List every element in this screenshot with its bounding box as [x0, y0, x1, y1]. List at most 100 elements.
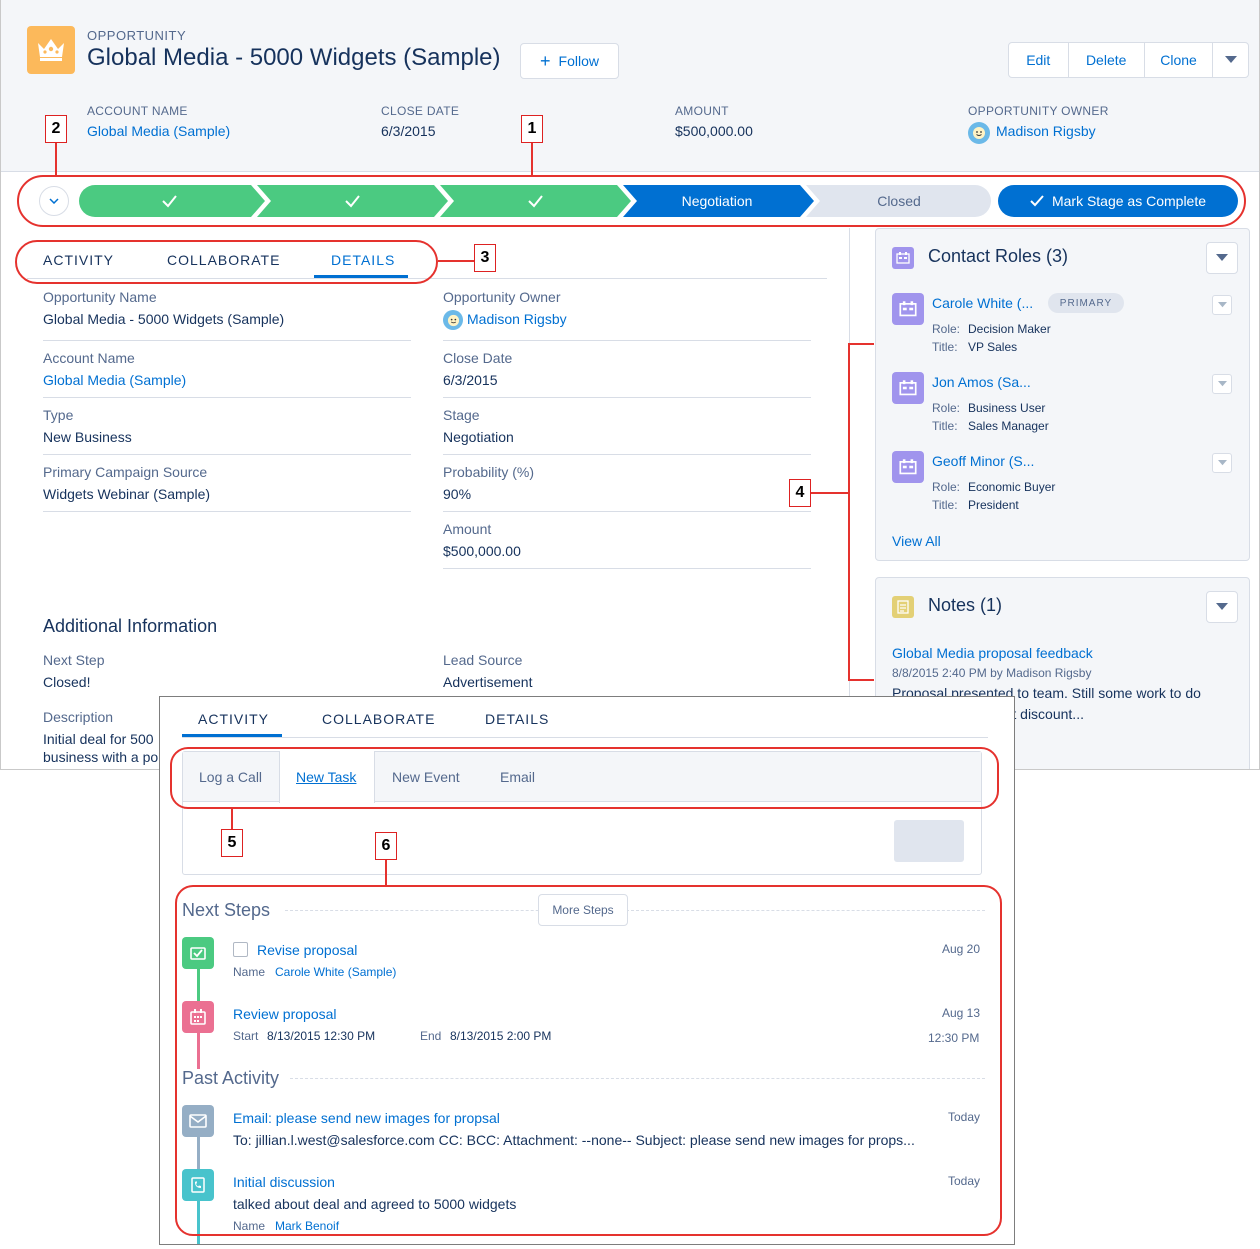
field-value-stage: Negotiation — [443, 429, 514, 445]
field-value-opportunity-name: Global Media - 5000 Widgets (Sample) — [43, 311, 285, 327]
annotation-leader-line — [811, 492, 849, 494]
contact-menu-button[interactable] — [1212, 374, 1232, 394]
chevron-down-icon — [1216, 254, 1228, 261]
annotation-box-publisher — [170, 747, 999, 809]
smiley-avatar-icon — [447, 314, 459, 326]
field-divider — [443, 397, 811, 398]
field-label-opportunity-name: Opportunity Name — [43, 289, 157, 305]
field-value-account-link[interactable]: Global Media (Sample) — [43, 372, 186, 388]
more-actions-button[interactable] — [1213, 43, 1248, 77]
chevron-down-icon — [1217, 460, 1227, 466]
field-label-opportunity-owner: Opportunity Owner — [443, 289, 561, 305]
title-value: Sales Manager — [968, 419, 1049, 433]
tab-activity[interactable]: ACTIVITY — [198, 711, 269, 727]
note-title-link[interactable]: Global Media proposal feedback — [892, 645, 1093, 661]
callout-1: 1 — [521, 115, 543, 143]
field-divider — [443, 454, 811, 455]
highlight-account-label: ACCOUNT NAME — [87, 104, 188, 118]
field-divider — [43, 454, 411, 455]
field-label-close-date: Close Date — [443, 350, 513, 366]
field-divider — [443, 568, 811, 569]
edit-button[interactable]: Edit — [1009, 43, 1069, 77]
annotation-leader-line — [55, 142, 57, 176]
contact-menu-button[interactable] — [1212, 295, 1232, 315]
tabs-divider — [182, 737, 988, 738]
callout-3: 3 — [474, 244, 496, 272]
contact-roles-icon — [892, 247, 914, 269]
annotation-bracket — [848, 679, 874, 681]
field-label-stage: Stage — [443, 407, 480, 423]
field-divider — [43, 397, 411, 398]
contact-menu-button[interactable] — [1212, 453, 1232, 473]
chevron-down-icon — [1216, 603, 1228, 610]
role-value: Business User — [968, 401, 1046, 415]
contact-name-link[interactable]: Geoff Minor (S... — [932, 453, 1034, 469]
field-divider — [443, 511, 811, 512]
delete-button[interactable]: Delete — [1069, 43, 1145, 77]
tab-details[interactable]: DETAILS — [485, 711, 549, 727]
tab-collaborate[interactable]: COLLABORATE — [322, 711, 435, 727]
highlight-close-date-value: 6/3/2015 — [381, 123, 436, 139]
role-value: Decision Maker — [968, 322, 1051, 336]
notes-menu-button[interactable] — [1206, 591, 1238, 623]
field-divider — [43, 340, 411, 341]
callout-6: 6 — [375, 832, 397, 860]
field-value-next-step: Closed! — [43, 674, 91, 690]
chevron-down-icon — [1224, 56, 1237, 63]
field-value-lead-source: Advertisement — [443, 674, 533, 690]
field-value-description-line1: Initial deal for 500 — [43, 731, 154, 747]
object-type-label: OPPORTUNITY — [87, 28, 187, 43]
field-value-probability: 90% — [443, 486, 472, 502]
chevron-down-icon — [1217, 381, 1227, 387]
contact-icon — [892, 293, 924, 325]
contact-name-link[interactable]: Carole White (... — [932, 295, 1033, 311]
field-label-amount: Amount — [443, 521, 492, 537]
field-label-type: Type — [43, 407, 74, 423]
highlight-owner-link[interactable]: Madison Rigsby — [996, 123, 1096, 139]
follow-button[interactable]: + Follow — [520, 43, 619, 79]
plus-icon: + — [540, 51, 551, 71]
contact-roles-card: Contact Roles (3) Carole White (... PRIM… — [875, 228, 1250, 561]
title-value: President — [968, 498, 1019, 512]
publisher-placeholder-button[interactable] — [894, 820, 964, 862]
callout-2: 2 — [45, 115, 67, 143]
role-label: Role: — [932, 480, 961, 494]
field-label-account-name: Account Name — [43, 350, 135, 366]
field-label-description: Description — [43, 709, 114, 725]
role-label: Role: — [932, 322, 961, 336]
annotation-bracket — [848, 343, 874, 345]
field-divider — [443, 340, 811, 341]
notes-icon — [892, 596, 914, 618]
highlight-amount-value: $500,000.00 — [675, 123, 753, 139]
annotation-leader-line — [385, 860, 387, 886]
clone-button[interactable]: Clone — [1145, 43, 1214, 77]
contact-roles-menu-button[interactable] — [1206, 242, 1238, 274]
record-actions: Edit Delete Clone — [1008, 42, 1249, 78]
view-all-link[interactable]: View All — [892, 533, 941, 549]
callout-4: 4 — [789, 479, 811, 507]
field-label-probability: Probability (%) — [443, 464, 535, 480]
field-value-campaign-source: Widgets Webinar (Sample) — [43, 486, 211, 502]
role-value: Economic Buyer — [968, 480, 1056, 494]
record-title: Global Media - 5000 Widgets (Sample) — [87, 44, 501, 71]
title-label: Title: — [932, 419, 958, 433]
opportunity-crown-icon — [27, 26, 75, 74]
owner-avatar — [968, 122, 990, 144]
follow-label: Follow — [558, 53, 599, 69]
field-divider — [43, 511, 411, 512]
title-label: Title: — [932, 498, 958, 512]
role-label: Role: — [932, 401, 961, 415]
annotation-box-tabs — [15, 240, 438, 284]
opportunity-record-page: OPPORTUNITY Global Media - 5000 Widgets … — [0, 0, 1260, 770]
field-label-next-step: Next Step — [43, 652, 105, 668]
chevron-down-icon — [1217, 302, 1227, 308]
highlight-account-link[interactable]: Global Media (Sample) — [87, 123, 230, 139]
field-value-amount: $500,000.00 — [443, 543, 521, 559]
contact-name-link[interactable]: Jon Amos (Sa... — [932, 374, 1031, 390]
field-value-description-line2: business with a po — [43, 749, 159, 765]
field-value-owner-link[interactable]: Madison Rigsby — [467, 311, 567, 327]
annotation-leader-line — [231, 809, 233, 829]
field-label-campaign-source: Primary Campaign Source — [43, 464, 208, 480]
owner-avatar — [443, 310, 463, 330]
smiley-avatar-icon — [973, 127, 985, 139]
